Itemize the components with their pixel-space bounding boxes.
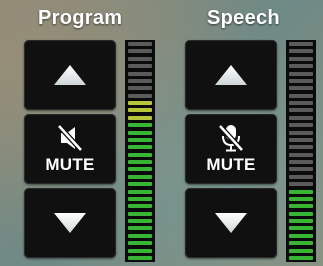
meter-segment — [128, 226, 152, 231]
meter-segment — [289, 123, 313, 128]
meter-segment — [289, 233, 313, 238]
meter-segment — [289, 56, 313, 61]
meter-segment — [289, 101, 313, 105]
meter-segment — [128, 196, 152, 201]
meter-segment — [128, 145, 152, 150]
program-mute-button[interactable]: MUTE — [24, 114, 116, 184]
program-volume-up-button[interactable] — [24, 40, 116, 110]
meter-segment — [128, 49, 152, 54]
program-title: Program — [38, 7, 123, 29]
meter-segment — [128, 219, 152, 223]
meter-segment — [289, 211, 313, 216]
meter-segment — [128, 42, 152, 46]
meter-segment — [289, 226, 313, 231]
meter-segment — [128, 123, 152, 128]
meter-segment — [289, 196, 313, 201]
triangle-up-icon — [215, 65, 247, 85]
meter-segment — [128, 115, 152, 120]
meter-segment — [128, 93, 152, 98]
meter-segment — [128, 130, 152, 135]
meter-segment — [289, 219, 313, 223]
meter-segment — [289, 248, 313, 253]
triangle-down-icon — [54, 213, 86, 233]
speech-volume-down-button[interactable] — [185, 188, 277, 258]
program-mute-label: MUTE — [45, 155, 95, 174]
meter-segment — [128, 160, 152, 164]
speech-mute-button[interactable]: MUTE — [185, 114, 277, 184]
meter-segment — [128, 101, 152, 105]
meter-segment — [289, 167, 313, 172]
triangle-up-icon — [54, 65, 86, 85]
meter-segment — [289, 115, 313, 120]
meter-segment — [289, 241, 313, 246]
triangle-down-icon — [215, 213, 247, 233]
meter-segment — [289, 204, 313, 209]
meter-segment — [128, 108, 152, 113]
meter-segment — [128, 64, 152, 69]
meter-segment — [128, 152, 152, 157]
meter-segment — [128, 248, 152, 253]
meter-segment — [128, 189, 152, 194]
microphone-muted-icon — [218, 124, 244, 152]
meter-segment — [128, 211, 152, 216]
meter-segment — [128, 78, 152, 83]
meter-segment — [128, 241, 152, 246]
meter-segment — [128, 174, 152, 179]
meter-segment — [289, 174, 313, 179]
meter-segment — [128, 255, 152, 260]
speech-level-meter — [286, 40, 316, 262]
meter-segment — [289, 189, 313, 194]
meter-segment — [128, 233, 152, 238]
meter-segment — [289, 137, 313, 142]
speech-mute-label: MUTE — [206, 155, 256, 174]
meter-segment — [289, 160, 313, 164]
meter-segment — [289, 130, 313, 135]
meter-segment — [289, 93, 313, 98]
meter-segment — [128, 167, 152, 172]
meter-segment — [289, 78, 313, 83]
meter-segment — [289, 86, 313, 91]
program-level-meter — [125, 40, 155, 262]
meter-segment — [289, 255, 313, 260]
meter-segment — [289, 49, 313, 54]
speech-volume-up-button[interactable] — [185, 40, 277, 110]
program-volume-down-button[interactable] — [24, 188, 116, 258]
meter-segment — [289, 182, 313, 187]
meter-segment — [128, 71, 152, 76]
speaker-muted-icon — [57, 124, 83, 152]
meter-segment — [128, 204, 152, 209]
meter-segment — [289, 145, 313, 150]
meter-segment — [128, 137, 152, 142]
meter-segment — [289, 152, 313, 157]
meter-segment — [128, 182, 152, 187]
meter-segment — [289, 71, 313, 76]
meter-segment — [128, 86, 152, 91]
meter-segment — [289, 42, 313, 46]
meter-segment — [289, 108, 313, 113]
meter-segment — [128, 56, 152, 61]
speech-title: Speech — [207, 7, 280, 29]
meter-segment — [289, 64, 313, 69]
